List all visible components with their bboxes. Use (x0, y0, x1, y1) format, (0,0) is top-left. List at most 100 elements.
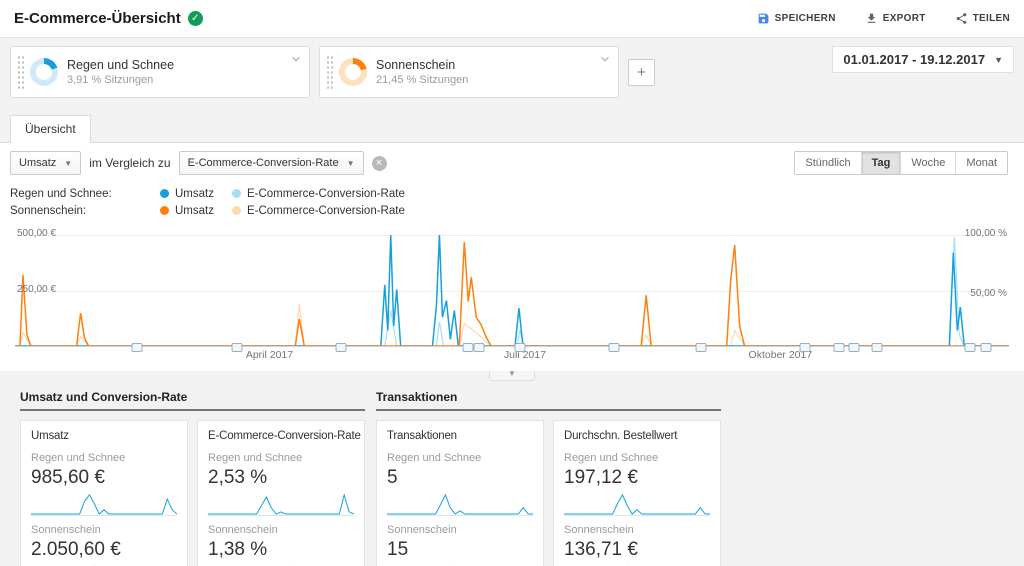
annotation-marker[interactable] (609, 343, 620, 352)
legend-segment-label: Regen und Schnee: (10, 188, 160, 200)
scorecard-conversion-rate: E-Commerce-Conversion-Rate Regen und Sch… (197, 420, 365, 566)
card-value: 136,71 € (564, 539, 710, 561)
segment-bar: Regen und Schnee 3,91 % Sitzungen Sonnen… (0, 38, 1024, 106)
metric-group-transaktionen: Transaktionen Transaktionen Regen und Sc… (376, 390, 721, 566)
secondary-metric-label: E-Commerce-Conversion-Rate (188, 157, 339, 169)
x-axis-tick-label: April 2017 (246, 349, 293, 361)
page-title: E-Commerce-Übersicht (14, 10, 181, 27)
legend-item: Umsatz (160, 188, 214, 200)
date-range-label: 01.01.2017 - 19.12.2017 (843, 52, 985, 67)
remove-compare-icon[interactable]: × (372, 156, 387, 171)
card-segment-label: Regen und Schnee (564, 452, 710, 464)
legend-item-label: Umsatz (175, 205, 214, 217)
annotation-marker[interactable] (834, 343, 845, 352)
segment-drag-handle[interactable] (17, 55, 25, 89)
legend-item-label: E-Commerce-Conversion-Rate (247, 188, 405, 200)
report-panel: Umsatz ▼ im Vergleich zu E-Commerce-Conv… (0, 142, 1024, 371)
header-bar: E-Commerce-Übersicht ✓ SPEICHERN EXPORT … (0, 0, 1024, 38)
sparkline-chart (387, 492, 533, 516)
legend-item: E-Commerce-Conversion-Rate (232, 188, 405, 200)
annotation-marker[interactable] (231, 343, 242, 352)
caret-down-icon: ▼ (347, 159, 355, 168)
caret-down-icon: ▼ (994, 55, 1003, 65)
granularity-monat-button[interactable]: Monat (955, 152, 1007, 174)
compare-label: im Vergleich zu (89, 156, 170, 170)
legend-row: Sonnenschein: Umsatz E-Commerce-Conversi… (10, 202, 1014, 219)
y-axis-right-label: 100,00 % (965, 228, 1007, 239)
card-title[interactable]: Transaktionen (387, 430, 533, 442)
annotation-marker[interactable] (981, 343, 992, 352)
card-value: 15 (387, 539, 533, 561)
export-label: EXPORT (883, 13, 926, 24)
card-value: 2.050,60 € (31, 539, 177, 561)
tab-uebersicht[interactable]: Übersicht (10, 115, 91, 143)
legend-segment-label: Sonnenschein: (10, 205, 160, 217)
annotation-marker[interactable] (695, 343, 706, 352)
summary-section: Umsatz und Conversion-Rate Umsatz Regen … (0, 381, 1024, 566)
annotation-marker[interactable] (336, 343, 347, 352)
annotation-marker[interactable] (474, 343, 485, 352)
granularity-switcher: Stündlich Tag Woche Monat (794, 151, 1008, 175)
card-segment-label: Sonnenschein (387, 524, 533, 536)
annotations-collapse-tab[interactable]: ▼ (489, 370, 535, 381)
card-title[interactable]: Umsatz (31, 430, 177, 442)
y-axis-left-label: 500,00 € (17, 228, 56, 239)
segment-donut-icon (339, 58, 367, 86)
annotation-marker[interactable] (514, 343, 525, 352)
verified-check-icon: ✓ (188, 11, 203, 26)
legend-item: E-Commerce-Conversion-Rate (232, 205, 405, 217)
export-button[interactable]: EXPORT (865, 12, 926, 25)
card-segment-label: Sonnenschein (31, 524, 177, 536)
add-segment-button[interactable]: + (628, 59, 655, 86)
tabs-row: Übersicht (0, 106, 1024, 142)
save-icon (757, 12, 770, 25)
series-dot-icon (160, 189, 169, 198)
series-dot-icon (232, 206, 241, 215)
card-value: 197,12 € (564, 467, 710, 489)
granularity-stuendlich-button[interactable]: Stündlich (795, 152, 860, 174)
segment-card-sonnenschein[interactable]: Sonnenschein 21,45 % Sitzungen (319, 46, 619, 98)
save-button[interactable]: SPEICHERN (757, 12, 836, 25)
annotation-marker[interactable] (848, 343, 859, 352)
segment-name: Sonnenschein (376, 58, 468, 72)
sparkline-chart (564, 492, 710, 516)
card-title[interactable]: Durchschn. Bestellwert (564, 430, 710, 442)
legend-row: Regen und Schnee: Umsatz E-Commerce-Conv… (10, 185, 1014, 202)
legend-item: Umsatz (160, 205, 214, 217)
annotation-marker[interactable] (965, 343, 976, 352)
x-axis-labels: April 2017 Juli 2017 Oktober 2017 (15, 348, 1009, 363)
primary-metric-label: Umsatz (19, 157, 56, 169)
export-icon (865, 12, 878, 25)
metric-group-umsatz-und-conversion-rate: Umsatz und Conversion-Rate Umsatz Regen … (20, 390, 365, 566)
card-segment-label: Sonnenschein (564, 524, 710, 536)
share-label: TEILEN (973, 13, 1010, 24)
scorecard-umsatz: Umsatz Regen und Schnee 985,60 € Sonnens… (20, 420, 188, 566)
chevron-down-icon[interactable] (289, 52, 303, 66)
date-range-selector[interactable]: 01.01.2017 - 19.12.2017 ▼ (832, 46, 1014, 73)
share-icon (955, 12, 968, 25)
primary-metric-select[interactable]: Umsatz ▼ (10, 151, 81, 175)
card-value: 2,53 % (208, 467, 354, 489)
granularity-tag-button[interactable]: Tag (861, 152, 901, 174)
segment-drag-handle[interactable] (326, 55, 334, 89)
chart-legend: Regen und Schnee: Umsatz E-Commerce-Conv… (0, 179, 1024, 221)
segment-sessions: 21,45 % Sitzungen (376, 74, 468, 86)
card-title[interactable]: E-Commerce-Conversion-Rate (208, 430, 354, 442)
card-value: 1,38 % (208, 539, 354, 561)
annotation-marker[interactable] (871, 343, 882, 352)
annotation-marker[interactable] (463, 343, 474, 352)
granularity-woche-button[interactable]: Woche (900, 152, 955, 174)
segment-name: Regen und Schnee (67, 58, 174, 72)
share-button[interactable]: TEILEN (955, 12, 1010, 25)
sparkline-chart (31, 492, 177, 516)
card-value: 985,60 € (31, 467, 177, 489)
annotation-marker[interactable] (132, 343, 143, 352)
group-title: Umsatz und Conversion-Rate (20, 390, 365, 411)
segment-card-regen-und-schnee[interactable]: Regen und Schnee 3,91 % Sitzungen (10, 46, 310, 98)
series-dot-icon (232, 189, 241, 198)
chevron-down-icon[interactable] (598, 52, 612, 66)
annotation-marker[interactable] (800, 343, 811, 352)
save-label: SPEICHERN (775, 13, 836, 24)
secondary-metric-select[interactable]: E-Commerce-Conversion-Rate ▼ (179, 151, 364, 175)
timeline-chart[interactable]: 500,00 € 250,00 € 100,00 % 50,00 % (15, 231, 1009, 347)
